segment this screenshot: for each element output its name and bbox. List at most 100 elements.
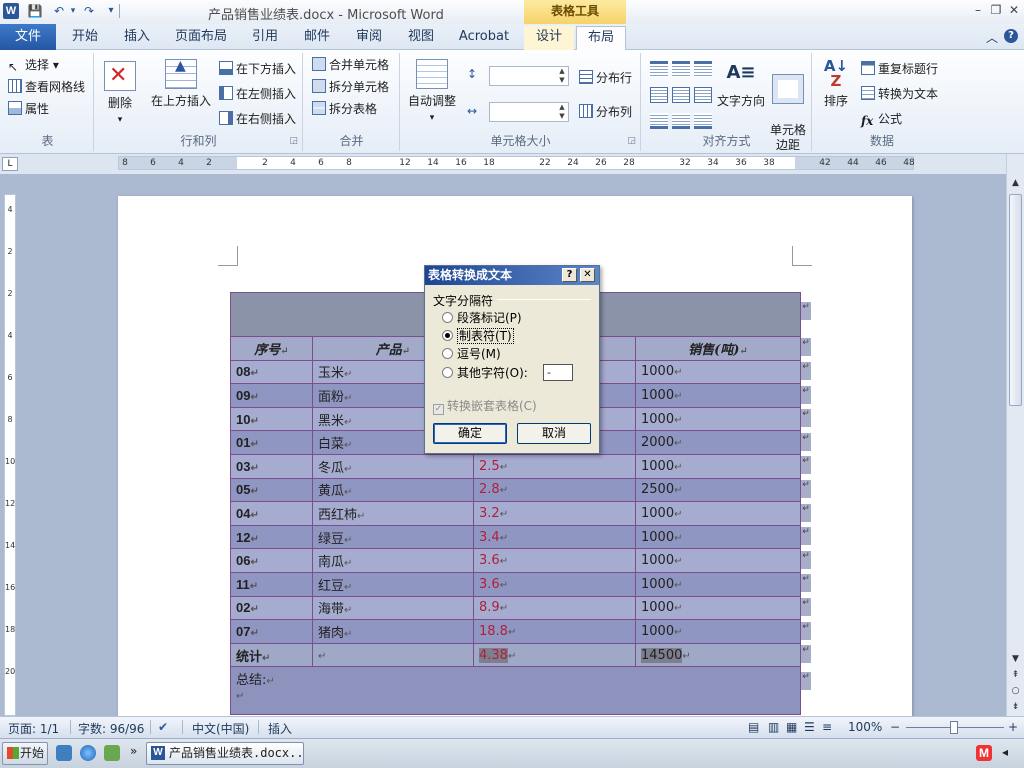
text-direction-button[interactable]: A≡ 文字方向 bbox=[716, 59, 766, 109]
browse-object-icon[interactable]: ○ bbox=[1009, 684, 1022, 698]
cell-price[interactable]: 2.5↵ bbox=[473, 453, 636, 479]
table-row[interactable]: 04↵ 西红柿↵ 3.2↵ 1000↵ bbox=[230, 501, 801, 526]
print-layout-view-icon[interactable]: ▤ bbox=[748, 720, 759, 734]
cell-sales[interactable]: 2000↵ bbox=[635, 430, 801, 455]
row-height-input[interactable]: ▲ ▼ bbox=[489, 66, 569, 86]
start-button[interactable]: 开始 bbox=[2, 742, 48, 765]
rows-columns-launcher-icon[interactable]: ◲ bbox=[289, 136, 298, 146]
cell-sales[interactable]: 1000↵ bbox=[635, 383, 801, 408]
draft-view-icon[interactable]: ≡ bbox=[822, 720, 832, 734]
col-width-input[interactable]: ▲ ▼ bbox=[489, 102, 569, 122]
cell-sales[interactable]: 1000↵ bbox=[635, 548, 801, 573]
zoom-level[interactable]: 100% bbox=[848, 720, 882, 734]
row-height-up-icon[interactable]: ▲ bbox=[557, 67, 567, 76]
full-screen-reading-icon[interactable]: ▥ bbox=[768, 720, 779, 734]
page-indicator[interactable]: 页面: 1/1 bbox=[8, 720, 59, 737]
cell-price[interactable]: 3.6↵ bbox=[473, 548, 636, 573]
restore-button[interactable]: ❐ bbox=[988, 2, 1004, 18]
tab-references[interactable]: 引用 bbox=[242, 26, 288, 50]
tab-mailings[interactable]: 邮件 bbox=[294, 26, 340, 50]
tab-home[interactable]: 开始 bbox=[62, 26, 108, 50]
tab-file[interactable]: 文件 bbox=[0, 24, 56, 50]
tab-page-layout[interactable]: 页面布局 bbox=[168, 26, 234, 50]
delete-button[interactable]: ✕ 删除 ▾ bbox=[101, 61, 139, 125]
internet-explorer-icon[interactable] bbox=[80, 745, 96, 761]
tab-layout[interactable]: 布局 bbox=[576, 26, 626, 51]
cell-size-launcher-icon[interactable]: ◲ bbox=[627, 136, 636, 146]
table-total-row[interactable]: 统计↵ ↵ 4.38↵ 14500↵ bbox=[230, 642, 801, 668]
formula-button[interactable]: fx 公式 bbox=[861, 109, 902, 129]
properties-button[interactable]: 属性 bbox=[8, 99, 49, 119]
tab-stop-selector[interactable]: L bbox=[2, 157, 18, 171]
next-page-icon[interactable]: ⇟ bbox=[1009, 700, 1022, 714]
convert-to-text-button[interactable]: 转换为文本 bbox=[861, 84, 938, 104]
header-cell-id[interactable]: 序号↵ bbox=[230, 336, 313, 361]
dialog-close-button[interactable]: ✕ bbox=[580, 268, 595, 282]
radio-comma[interactable]: 逗号(M) bbox=[442, 346, 501, 362]
show-desktop-icon[interactable] bbox=[56, 745, 72, 761]
cell-sales[interactable]: 1000↵ bbox=[635, 453, 801, 479]
cell-id[interactable]: 08↵ bbox=[230, 359, 313, 385]
cell-sales[interactable]: 1000↵ bbox=[635, 359, 801, 385]
close-window-button[interactable]: ✕ bbox=[1006, 2, 1022, 18]
insert-right-button[interactable]: 在右侧插入 bbox=[219, 109, 296, 129]
align-bottom-right-icon[interactable] bbox=[694, 113, 712, 129]
zoom-out-button[interactable]: − bbox=[890, 720, 900, 734]
cell-sales[interactable]: 1000↵ bbox=[635, 524, 801, 550]
repeat-header-rows-button[interactable]: 重复标题行 bbox=[861, 59, 938, 79]
table-row[interactable]: 03↵ 冬瓜↵ 2.5↵ 1000↵ bbox=[230, 453, 801, 479]
outline-view-icon[interactable]: ☰ bbox=[804, 720, 815, 734]
cell-total-price[interactable]: 4.38↵ bbox=[473, 642, 636, 668]
cell-product[interactable]: 红豆↵ bbox=[312, 571, 474, 597]
cell-id[interactable]: 12↵ bbox=[230, 524, 313, 550]
quick-launch-icon[interactable] bbox=[104, 745, 120, 761]
cell-total-product[interactable]: ↵ bbox=[312, 642, 474, 668]
other-char-input[interactable]: - bbox=[543, 364, 573, 381]
radio-paragraph-mark[interactable]: 段落标记(P) bbox=[442, 310, 522, 326]
vertical-ruler[interactable]: 4 2 2 4 6 8 10 12 14 16 18 20 bbox=[4, 194, 16, 716]
table-row[interactable]: 07↵ 猪肉↵ 18.8↵ 1000↵ bbox=[230, 619, 801, 644]
autofit-button[interactable]: 自动调整 ▾ bbox=[405, 59, 459, 123]
col-width-down-icon[interactable]: ▼ bbox=[557, 112, 567, 121]
radio-other-char[interactable]: 其他字符(O): bbox=[442, 365, 528, 381]
word-app-icon[interactable]: W bbox=[3, 3, 19, 19]
save-icon[interactable]: 💾 bbox=[27, 3, 43, 19]
cell-price[interactable]: 3.2↵ bbox=[473, 501, 636, 526]
align-middle-center-icon[interactable] bbox=[672, 87, 690, 103]
cell-price[interactable]: 3.6↵ bbox=[473, 571, 636, 597]
dialog-help-button[interactable]: ? bbox=[562, 268, 577, 282]
horizontal-ruler[interactable]: 8 6 4 2 2 4 6 8 12 14 16 18 22 24 26 28 32 34 36 38 42 44 46 48 bbox=[118, 156, 915, 170]
table-row[interactable]: 06↵ 南瓜↵ 3.6↵ 1000↵ bbox=[230, 548, 801, 573]
tab-design[interactable]: 设计 bbox=[524, 26, 574, 50]
zoom-in-button[interactable]: + bbox=[1008, 720, 1018, 734]
scroll-up-icon[interactable]: ▲ bbox=[1009, 176, 1022, 190]
language-indicator[interactable]: 中文(中国) bbox=[192, 720, 249, 737]
cell-sales[interactable]: 2500↵ bbox=[635, 477, 801, 503]
cell-id[interactable]: 02↵ bbox=[230, 595, 313, 621]
insert-mode-indicator[interactable]: 插入 bbox=[268, 720, 292, 737]
tray-expand-icon[interactable]: ◂ bbox=[1002, 745, 1008, 759]
cell-product[interactable]: 西红柿↵ bbox=[312, 501, 474, 526]
customize-qat-icon[interactable]: ▾ bbox=[106, 3, 116, 19]
ribbon-collapse-icon[interactable]: ︿ bbox=[986, 29, 998, 46]
web-layout-icon[interactable]: ▦ bbox=[786, 720, 797, 734]
table-row[interactable]: 05↵ 黄瓜↵ 2.8↵ 2500↵ bbox=[230, 477, 801, 503]
insert-left-button[interactable]: 在左侧插入 bbox=[219, 84, 296, 104]
distribute-cols-button[interactable]: 分布列 bbox=[579, 102, 632, 122]
cell-id[interactable]: 06↵ bbox=[230, 548, 313, 573]
cell-price[interactable]: 2.8↵ bbox=[473, 477, 636, 503]
cell-id[interactable]: 05↵ bbox=[230, 477, 313, 503]
cell-id[interactable]: 07↵ bbox=[230, 619, 313, 644]
redo-icon[interactable]: ↷ bbox=[82, 3, 96, 19]
align-top-left-icon[interactable] bbox=[650, 61, 668, 77]
ok-button[interactable]: 确定 bbox=[433, 423, 507, 444]
split-cells-button[interactable]: 拆分单元格 bbox=[312, 77, 389, 97]
sort-button[interactable]: A↓ Z 排序 bbox=[819, 59, 853, 109]
minimize-button[interactable]: – bbox=[970, 2, 986, 18]
col-width-up-icon[interactable]: ▲ bbox=[557, 103, 567, 112]
cell-product[interactable]: 海带↵ bbox=[312, 595, 474, 621]
align-middle-left-icon[interactable] bbox=[650, 87, 668, 103]
table-row[interactable]: 02↵ 海带↵ 8.9↵ 1000↵ bbox=[230, 595, 801, 621]
quick-launch-more-icon[interactable]: » bbox=[130, 744, 137, 758]
cell-price[interactable]: 8.9↵ bbox=[473, 595, 636, 621]
